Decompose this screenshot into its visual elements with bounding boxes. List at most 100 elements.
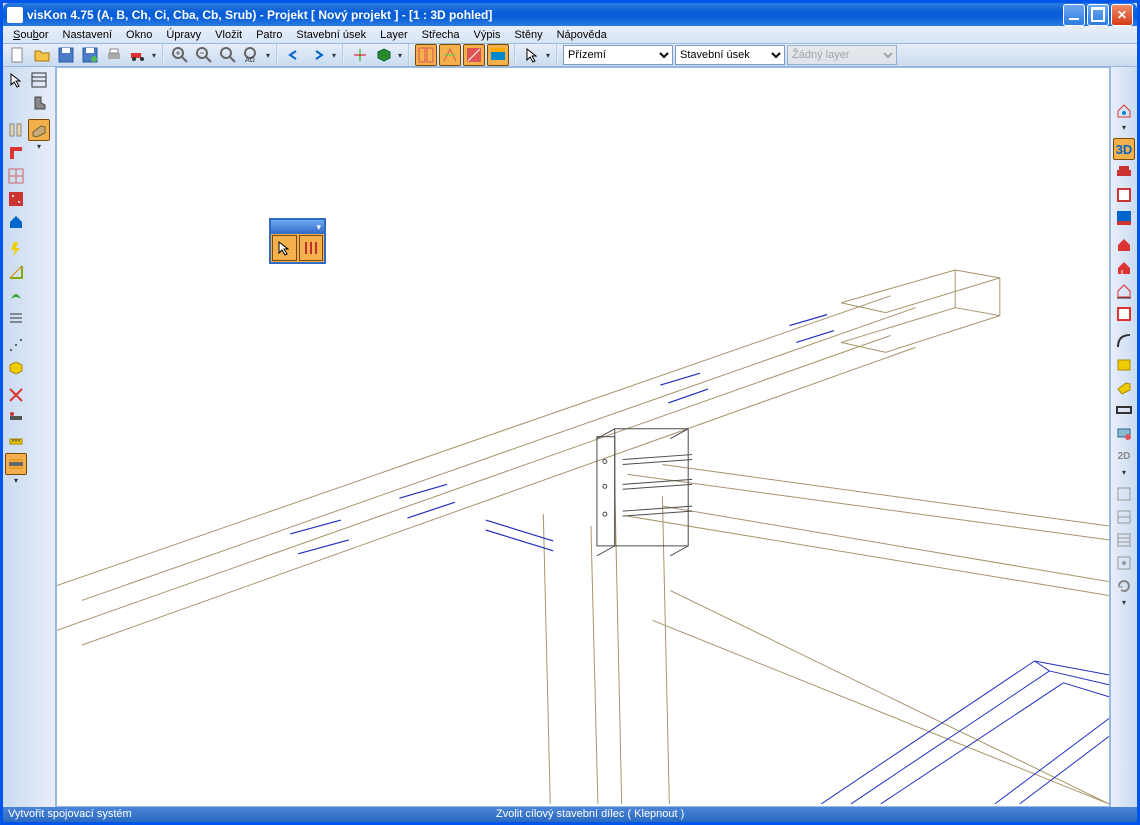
axis-button[interactable] [349,44,371,66]
close-button[interactable]: ✕ [1111,4,1133,26]
red-angle-tool[interactable] [5,142,27,164]
separator [1111,230,1137,233]
blank-tool[interactable] [5,92,27,114]
maximize-button[interactable] [1087,4,1109,26]
dropdown-icon[interactable]: ▾ [1113,598,1135,608]
3d-view-button[interactable]: 3D [1113,138,1135,160]
dropdown-icon[interactable]: ▾ [545,51,551,60]
redo-button[interactable] [307,44,329,66]
tool-detail[interactable] [1113,422,1135,444]
menu-napoveda[interactable]: Nápověda [551,27,613,43]
cube-button[interactable] [373,44,395,66]
3d-viewport[interactable] [56,67,1110,806]
dropdown-icon[interactable]: ▾ [397,51,403,60]
tool-2d[interactable]: 2D [1113,445,1135,467]
box-tool[interactable] [5,357,27,379]
dropdown-icon[interactable]: ▾ [331,51,337,60]
view-mode-4[interactable] [487,44,509,66]
tool-frame-red[interactable] [1113,303,1135,325]
grid-tool[interactable] [5,165,27,187]
beam-tool[interactable] [28,119,50,141]
cursor-button[interactable] [521,44,543,66]
menu-nastaveni[interactable]: Nastavení [57,27,119,43]
hatch-tool[interactable] [28,69,50,91]
dropdown-icon[interactable]: ▾ [1113,123,1135,133]
svg-text:AΩ: AΩ [245,57,255,63]
menu-steny[interactable]: Stěny [508,27,548,43]
tool-refresh[interactable] [1113,575,1135,597]
measure-tool[interactable] [5,430,27,452]
tool-arc[interactable] [1113,330,1135,352]
dropdown-icon[interactable]: ▾ [5,476,27,486]
bolt-tool[interactable] [5,238,27,260]
toolbar-separator [408,44,410,66]
layer-combo: Žádný layer [787,45,897,65]
menu-stavebni-usek[interactable]: Stavební úsek [290,27,372,43]
lines-tool[interactable] [5,307,27,329]
tool-yellow-beam[interactable] [1113,376,1135,398]
floor-combo[interactable]: Přízemí [563,45,673,65]
palette-cursor-button[interactable] [272,235,297,261]
right-toolbox: ▾ 3D 2D ▾ ▾ [1110,67,1137,806]
dots-tool[interactable] [5,334,27,356]
tool-layer-4[interactable] [1113,552,1135,574]
menu-strecha[interactable]: Střecha [416,27,466,43]
status-center: Zvolit cílový stavební dílec ( Klepnout … [496,808,684,820]
current-tool[interactable] [5,453,27,475]
truck-button[interactable] [127,44,149,66]
leaf-tool[interactable] [5,284,27,306]
title-bar: visKon 4.75 (A, B, Ch, Ci, Cba, Cb, Srub… [3,3,1137,26]
palette-lines-button[interactable] [299,235,324,261]
save-button[interactable] [55,44,77,66]
tool-house-red[interactable] [1113,234,1135,256]
zoom-in-button[interactable] [169,44,191,66]
tool-r1[interactable] [1113,161,1135,183]
new-button[interactable] [7,44,29,66]
print-button[interactable] [103,44,125,66]
cross-tool[interactable] [5,384,27,406]
menu-upravy[interactable]: Úpravy [160,27,207,43]
house-tool[interactable] [5,211,27,233]
view-mode-3[interactable] [463,44,485,66]
floating-palette[interactable] [269,218,326,264]
tool-layer-3[interactable] [1113,529,1135,551]
tool-layer-1[interactable] [1113,483,1135,505]
dropdown-icon[interactable]: ▾ [28,142,50,152]
menu-vypis[interactable]: Výpis [468,27,507,43]
dropdown-icon[interactable]: ▾ [151,51,157,60]
menu-patro[interactable]: Patro [250,27,288,43]
left-toolbox: ▾ [3,67,56,806]
menu-vlozit[interactable]: Vložit [209,27,248,43]
tool-yellow-box[interactable] [1113,353,1135,375]
tool-house-outline[interactable] [1113,280,1135,302]
toolbar-separator [276,44,278,66]
zoom-fit-button[interactable] [217,44,239,66]
tool-r2[interactable] [1113,184,1135,206]
cursor-tool[interactable] [5,69,27,91]
menu-layer[interactable]: Layer [374,27,414,43]
tool-rect[interactable] [1113,399,1135,421]
pattern-tool[interactable] [5,188,27,210]
tool-r3[interactable] [1113,207,1135,229]
zoom-out-button[interactable] [193,44,215,66]
view-mode-1[interactable] [415,44,437,66]
dropdown-icon[interactable]: ▾ [265,51,271,60]
columns-tool[interactable] [5,119,27,141]
minimize-button[interactable] [1063,4,1085,26]
angle-tool[interactable] [5,261,27,283]
boot-tool[interactable] [28,92,50,114]
dropdown-icon[interactable]: ▾ [1113,468,1135,478]
tool-2[interactable] [5,407,27,429]
undo-button[interactable] [283,44,305,66]
tool-house-red2[interactable] [1113,257,1135,279]
tool-layer-2[interactable] [1113,506,1135,528]
home-view-tool[interactable] [1113,100,1135,122]
zoom-alpha-button[interactable]: AΩ [241,44,263,66]
view-mode-2[interactable] [439,44,461,66]
palette-header[interactable] [271,220,324,234]
section-combo[interactable]: Stavební úsek [675,45,785,65]
save-as-button[interactable] [79,44,101,66]
menu-soubor[interactable]: Soubor [7,27,55,43]
open-button[interactable] [31,44,53,66]
menu-okno[interactable]: Okno [120,27,158,43]
